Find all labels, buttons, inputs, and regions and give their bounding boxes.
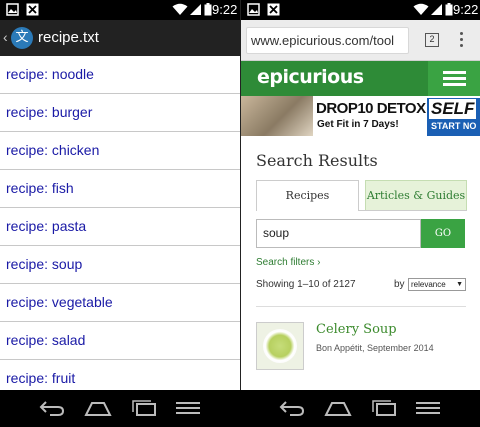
recipe-title-link[interactable]: Celery Soup (316, 322, 397, 337)
triangle-down-icon: ▼ (456, 281, 463, 288)
ad-brand-box: SELF START NO (427, 98, 480, 136)
close-box-icon (267, 3, 280, 16)
recent-apps-icon[interactable] (130, 400, 158, 421)
ad-brand: SELF (429, 99, 477, 119)
url-field[interactable]: www.epicurious.com/tool (246, 27, 409, 54)
list-item[interactable]: recipe: pasta (0, 208, 240, 246)
image-icon (6, 3, 19, 16)
status-bar: 9:22 (241, 0, 480, 20)
list-item[interactable]: recipe: chicken (0, 132, 240, 170)
search-input[interactable]: soup (256, 219, 421, 248)
recipe-list: recipe: noodle recipe: burger recipe: ch… (0, 56, 240, 390)
sort-by-label: by (394, 279, 405, 290)
page-title: Search Results (256, 151, 378, 170)
tab-switcher-button[interactable]: 2 (425, 33, 439, 47)
status-time: 9:22 (453, 2, 479, 17)
sort-select[interactable]: relevance ▼ (408, 278, 466, 291)
chevron-left-icon[interactable]: ‹ (3, 29, 8, 45)
menu-icon[interactable] (414, 400, 442, 421)
results-count: Showing 1–10 of 2127 (256, 279, 356, 290)
list-item[interactable]: recipe: soup (0, 246, 240, 284)
signal-icon (190, 3, 202, 16)
recent-apps-icon[interactable] (370, 400, 398, 421)
list-item[interactable]: recipe: fruit (0, 360, 240, 390)
divider (256, 306, 466, 307)
status-time: 9:22 (212, 2, 238, 17)
wifi-icon (413, 3, 429, 16)
image-icon (247, 3, 260, 16)
soup-bowl-image (263, 329, 297, 363)
ad-headline: DROP10 DETOX (316, 100, 426, 117)
browser-toolbar: www.epicurious.com/tool 2 (241, 20, 480, 61)
list-item[interactable]: recipe: burger (0, 94, 240, 132)
battery-icon (445, 3, 453, 16)
navigation-bar (0, 390, 480, 427)
home-icon[interactable] (84, 400, 112, 421)
status-bar: 9:22 (0, 0, 240, 20)
right-pane: 9:22 www.epicurious.com/tool 2 epicuriou… (240, 0, 480, 390)
list-item[interactable]: recipe: vegetable (0, 284, 240, 322)
sort-value: relevance (411, 280, 446, 289)
list-item[interactable]: recipe: fish (0, 170, 240, 208)
back-icon[interactable] (38, 400, 66, 421)
signal-icon (431, 3, 443, 16)
ad-banner[interactable]: DROP10 DETOX Get Fit in 7 Days! SELF STA… (241, 96, 480, 136)
site-header: epicurious (241, 61, 480, 96)
left-pane: 9:22 ‹ 文 recipe.txt recipe: noodle recip… (0, 0, 240, 390)
back-icon[interactable] (278, 400, 306, 421)
list-item[interactable]: recipe: salad (0, 322, 240, 360)
home-icon[interactable] (324, 400, 352, 421)
ad-subline: Get Fit in 7 Days! (317, 119, 399, 130)
ad-photo (241, 96, 313, 136)
go-button[interactable]: GO (421, 219, 465, 248)
tab-recipes[interactable]: Recipes (256, 180, 359, 211)
wifi-icon (172, 3, 188, 16)
overflow-menu-icon[interactable] (460, 32, 464, 50)
search-filters-link[interactable]: Search filters › (256, 257, 320, 268)
menu-icon[interactable] (174, 400, 202, 421)
hamburger-menu-icon[interactable] (428, 61, 480, 96)
recipe-source: Bon Appétit, September 2014 (316, 343, 434, 353)
ad-cta: START NO (431, 121, 477, 131)
app-bar: ‹ 文 recipe.txt (0, 20, 240, 56)
translate-app-icon[interactable]: 文 (11, 27, 33, 49)
tab-divider (359, 210, 467, 211)
file-title: recipe.txt (38, 29, 99, 46)
site-logo[interactable]: epicurious (257, 66, 364, 88)
close-box-icon (26, 3, 39, 16)
battery-icon (204, 3, 212, 16)
tab-articles-guides[interactable]: Articles & Guides (365, 180, 467, 211)
recipe-thumbnail[interactable] (256, 322, 304, 370)
list-item[interactable]: recipe: noodle (0, 56, 240, 94)
